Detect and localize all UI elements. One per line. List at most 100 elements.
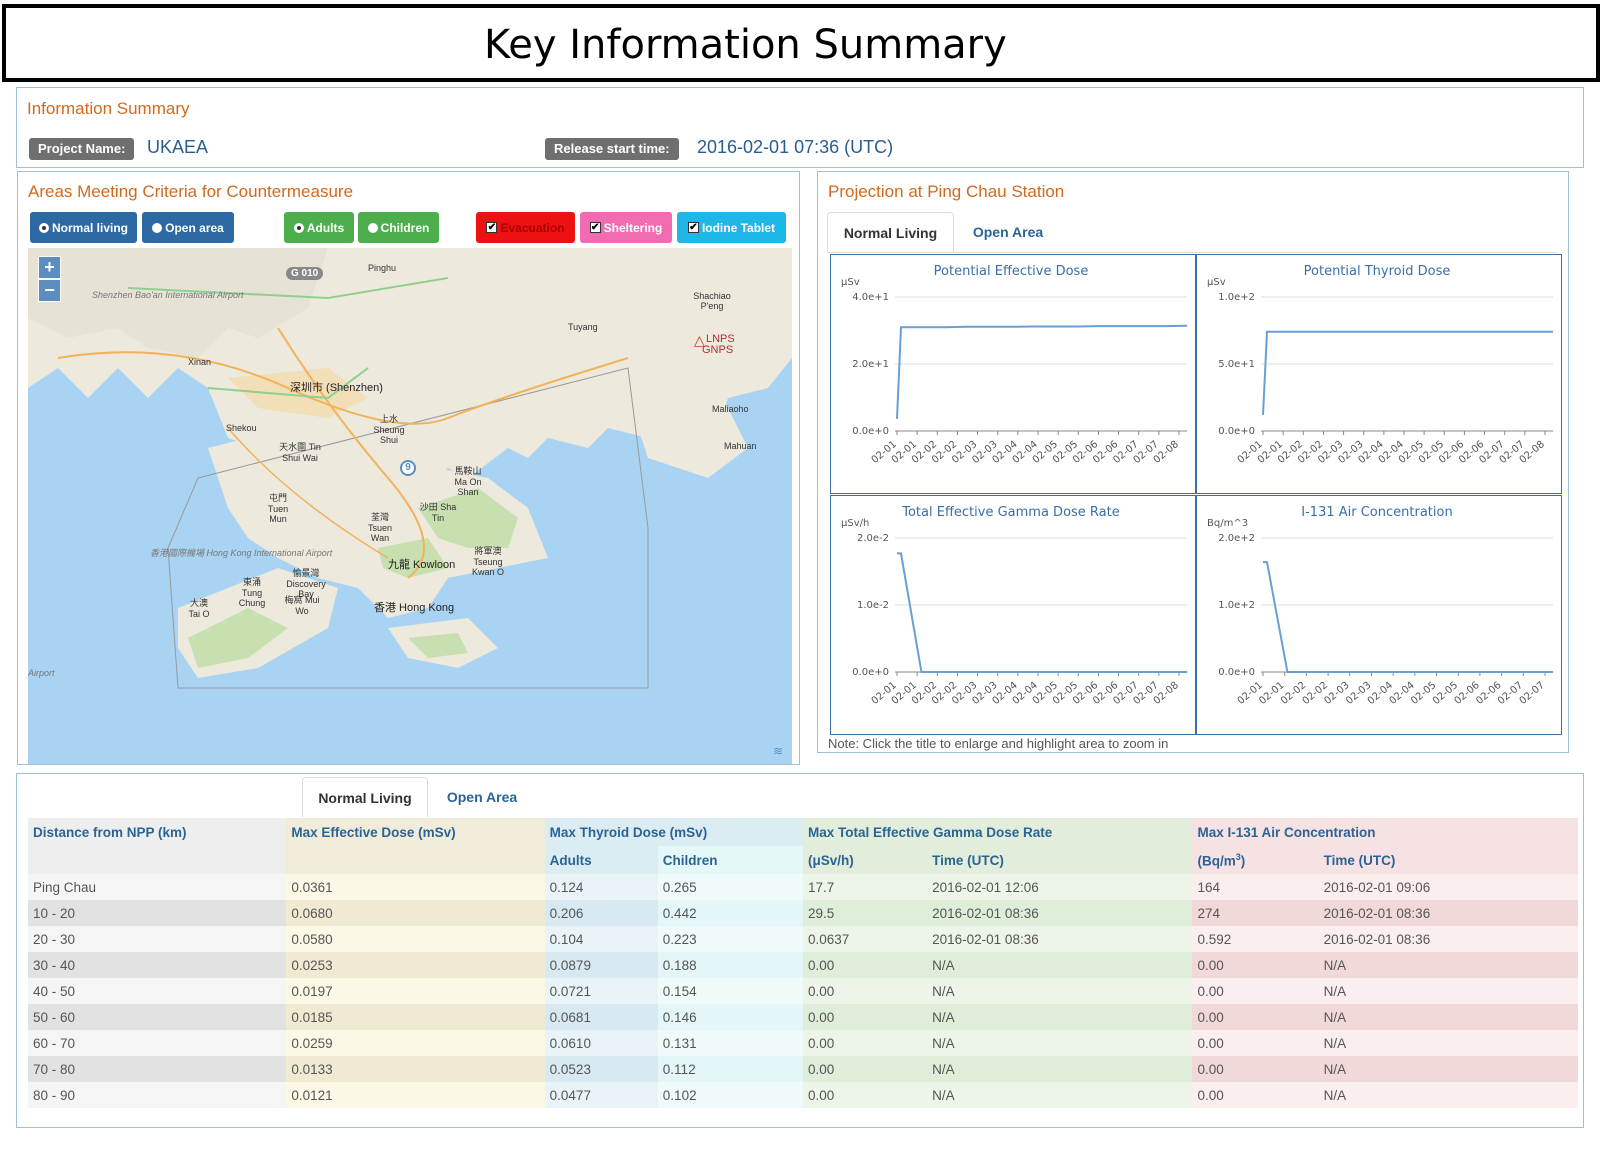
cell-gamma-time: 2016-02-01 08:36 — [927, 900, 1193, 926]
cell-gamma-rate: 0.00 — [802, 952, 928, 978]
cell-distance: 30 - 40 — [28, 952, 287, 978]
table-tab-normal-living[interactable]: Normal Living — [302, 777, 428, 817]
map-label-shekou: Shekou — [226, 423, 257, 433]
cell-gamma-rate: 17.7 — [802, 874, 928, 900]
cell-thyroid-adults: 0.0523 — [544, 1056, 658, 1082]
layers-icon[interactable]: ≋ — [773, 744, 783, 758]
cell-effective-dose: 0.0259 — [286, 1030, 545, 1056]
chart-svg: Total Effective Gamma Dose Rate μSv/h 2.0e… — [841, 505, 1187, 707]
radio-indicator — [152, 222, 163, 233]
map-label-tai-o: 大澳 Tai O — [188, 598, 210, 619]
chart-unit: Bq/m^3 — [1207, 518, 1248, 529]
table-header-row: Distance from NPP (km) Max Effective Dos… — [28, 818, 1578, 846]
map-label-tin-shui-wai: 天水圍 Tin Shui Wai — [279, 442, 321, 463]
cell-i131-time: 2016-02-01 09:06 — [1318, 874, 1578, 900]
table-row: 10 - 20 0.0680 0.206 0.442 29.5 2016-02-01 08… — [28, 900, 1578, 926]
chart-title: I-131 Air Concentration — [1301, 505, 1452, 520]
cell-i131-conc: 0.00 — [1192, 1082, 1319, 1108]
map-label-airport-edge: Airport — [28, 668, 55, 678]
series-line — [1263, 561, 1553, 673]
tab-open-area[interactable]: Open Area — [958, 212, 1058, 252]
cell-distance: 20 - 30 — [28, 926, 287, 952]
checkbox-icon: ✔ — [589, 222, 601, 233]
sheltering-toggle[interactable]: ✔ Sheltering — [580, 212, 672, 243]
chart-potential-thyroid-dose[interactable]: Potential Thyroid Dose μSv 1.0e+2 5.0e+1 0.0… — [1196, 254, 1562, 494]
y-tick-label: 0.0e+0 — [1218, 667, 1255, 678]
npp-label-gnps: GNPS — [702, 344, 734, 356]
adults-radio[interactable]: Adults — [284, 212, 354, 243]
open-area-label: Open area — [165, 220, 224, 235]
map-label-ma-on-shan: 馬鞍山 Ma On Shan — [454, 466, 482, 497]
ping-chau-station-marker[interactable]: 9 — [400, 460, 416, 476]
cell-gamma-time: 2016-02-01 08:36 — [927, 926, 1193, 952]
y-tick-label: 2.0e-2 — [857, 533, 889, 544]
release-start-label: Release start time: — [545, 138, 679, 160]
map-label-hong-kong: 香港 Hong Kong — [374, 602, 455, 614]
normal-living-radio[interactable]: Normal living — [30, 212, 137, 243]
cell-effective-dose: 0.0361 — [286, 874, 545, 900]
tab-normal-living[interactable]: Normal Living — [827, 212, 954, 252]
cell-gamma-time: N/A — [927, 1082, 1193, 1108]
tab-divider — [828, 252, 1558, 253]
chart-i131-air-concentration[interactable]: I-131 Air Concentration Bq/m^3 2.0e+2 1.0e+… — [1196, 495, 1562, 735]
chart-svg: I-131 Air Concentration Bq/m^3 2.0e+2 1.0e+… — [1207, 505, 1553, 707]
cell-i131-time: N/A — [1318, 952, 1578, 978]
cell-i131-time: 2016-02-01 08:36 — [1318, 900, 1578, 926]
table-body: Ping Chau 0.0361 0.124 0.265 17.7 2016-02-01 … — [28, 874, 1578, 1108]
evacuation-label: Evacuation — [500, 220, 565, 235]
y-tick-label: 2.0e+1 — [852, 359, 889, 370]
table-row: 60 - 70 0.0259 0.0610 0.131 0.00 N/A 0.00 N/A — [28, 1030, 1578, 1056]
map-view[interactable]: + − G 010 Pinghu Shenzhen Bao'an Interna… — [28, 248, 792, 764]
subheader-empty — [28, 846, 287, 874]
table-subheader-row: Adults Children (μSv/h) Time (UTC) (Bq/m… — [28, 846, 1578, 874]
cell-distance: 70 - 80 — [28, 1056, 287, 1082]
cell-effective-dose: 0.0253 — [286, 952, 545, 978]
table-row: 40 - 50 0.0197 0.0721 0.154 0.00 N/A 0.00 N/A — [28, 978, 1578, 1004]
cell-i131-conc: 0.00 — [1192, 978, 1319, 1004]
y-tick-label: 2.0e+2 — [1218, 533, 1255, 544]
cell-thyroid-adults: 0.206 — [544, 900, 658, 926]
table-tab-open-area[interactable]: Open Area — [432, 777, 532, 817]
chart-potential-effective-dose[interactable]: Potential Effective Dose μSv 4.0e+1 2.0e+1 0… — [830, 254, 1196, 494]
cell-i131-conc: 274 — [1192, 900, 1319, 926]
map-label-shenzhen: 深圳市 (Shenzhen) — [290, 382, 383, 394]
cell-i131-conc: 0.00 — [1192, 1056, 1319, 1082]
cell-thyroid-adults: 0.0879 — [544, 952, 658, 978]
table-row: 70 - 80 0.0133 0.0523 0.112 0.00 N/A 0.00 N/A — [28, 1056, 1578, 1082]
chart-svg: Potential Effective Dose μSv 4.0e+1 2.0e+1 0… — [841, 264, 1188, 466]
cell-i131-conc: 164 — [1192, 874, 1319, 900]
children-radio[interactable]: Children — [358, 212, 439, 243]
cell-thyroid-children: 0.442 — [657, 900, 803, 926]
subheader-adults: Adults — [544, 846, 658, 874]
project-name-value: UKAEA — [147, 137, 209, 157]
zoom-out-button[interactable]: − — [38, 279, 61, 302]
zoom-in-button[interactable]: + — [38, 256, 61, 279]
sheltering-label: Sheltering — [603, 220, 663, 235]
map-label-pinghu: Pinghu — [368, 263, 397, 273]
projection-title: Projection at Ping Chau Station — [828, 182, 1065, 201]
map-basemap — [28, 248, 792, 689]
chart-unit: μSv/h — [841, 518, 869, 529]
cell-thyroid-adults: 0.0610 — [544, 1030, 658, 1056]
cell-effective-dose: 0.0680 — [286, 900, 545, 926]
chart-unit: μSv — [1207, 277, 1226, 288]
map-label-tuyang: Tuyang — [568, 322, 598, 332]
checkbox-icon: ✔ — [687, 222, 699, 233]
cell-i131-time: 2016-02-01 08:36 — [1318, 926, 1578, 952]
y-tick-label: 4.0e+1 — [852, 292, 889, 303]
chart-gamma-dose-rate[interactable]: Total Effective Gamma Dose Rate μSv/h 2.0e… — [830, 495, 1196, 735]
evacuation-toggle[interactable]: ✔ Evacuation — [476, 212, 575, 243]
radio-indicator — [293, 222, 304, 233]
adults-label: Adults — [306, 220, 345, 235]
cell-i131-time: N/A — [1318, 1004, 1578, 1030]
iodine-tablet-toggle[interactable]: ✔ Iodine Tablet — [677, 212, 786, 243]
children-label: Children — [380, 220, 430, 235]
information-summary-panel: Information Summary Project Name: UKAEA … — [16, 87, 1584, 168]
cell-gamma-rate: 0.00 — [802, 1004, 928, 1030]
map-label-maliaoho: Maliaoho — [712, 404, 749, 414]
map-label-tuen-mun: 屯門 Tuen Mun — [267, 493, 289, 524]
y-tick-label: 0.0e+0 — [852, 667, 889, 678]
cell-effective-dose: 0.0185 — [286, 1004, 545, 1030]
open-area-radio[interactable]: Open area — [142, 212, 234, 243]
series-line — [896, 324, 1188, 419]
